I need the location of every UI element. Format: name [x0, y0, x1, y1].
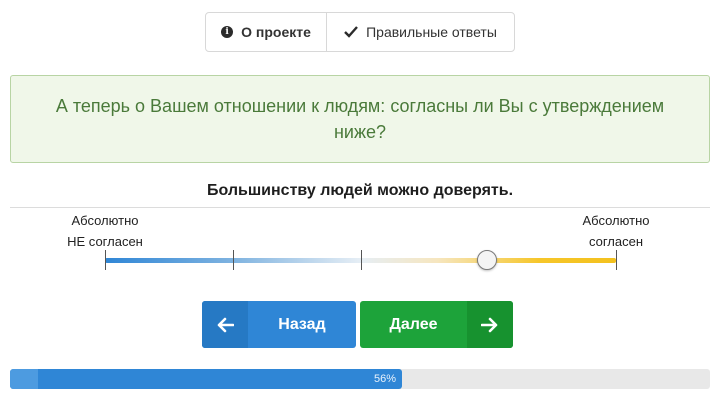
question-panel: А теперь о Вашем отношении к людям: согл… [10, 75, 710, 163]
divider [10, 207, 710, 208]
progress-bar-fill: 56% [10, 369, 402, 389]
progress-bar: 56% [10, 369, 710, 389]
slider-tick [233, 250, 234, 270]
statement-title: Большинству людей можно доверять. [206, 182, 514, 199]
top-toolbar: i О проекте Правильные ответы [205, 12, 515, 52]
scale-label-disagree-line1: Абсолютно [71, 213, 139, 228]
correct-answers-label: Правильные ответы [366, 24, 497, 40]
scale-label-disagree-line2: НЕ согласен [67, 234, 143, 249]
progress-bar-lead [10, 369, 38, 389]
scale-label-agree-line2: согласен [588, 234, 644, 249]
slider-tick [105, 250, 106, 270]
scale-label-agree: Абсолютно согласен [566, 210, 666, 252]
arrow-right-icon [467, 301, 513, 348]
question-text: А теперь о Вашем отношении к людям: согл… [55, 96, 665, 142]
agreement-slider-thumb[interactable] [477, 250, 497, 270]
checkmark-icon [344, 26, 358, 38]
back-button[interactable]: Назад [202, 301, 356, 348]
correct-answers-button[interactable]: Правильные ответы [327, 13, 514, 51]
arrow-left-icon [202, 301, 248, 348]
next-button-label: Далее [389, 315, 438, 333]
about-project-button[interactable]: i О проекте [206, 13, 327, 51]
info-icon: i [221, 26, 234, 38]
progress-percent-label: 56% [373, 373, 396, 385]
scale-label-agree-line1: Абсолютно [582, 213, 650, 228]
slider-tick [361, 250, 362, 270]
slider-tick [616, 250, 617, 270]
about-project-label: О проекте [241, 24, 311, 40]
scale-label-disagree: Абсолютно НЕ согласен [55, 210, 155, 252]
back-button-label: Назад [278, 315, 326, 333]
next-button[interactable]: Далее [360, 301, 513, 348]
